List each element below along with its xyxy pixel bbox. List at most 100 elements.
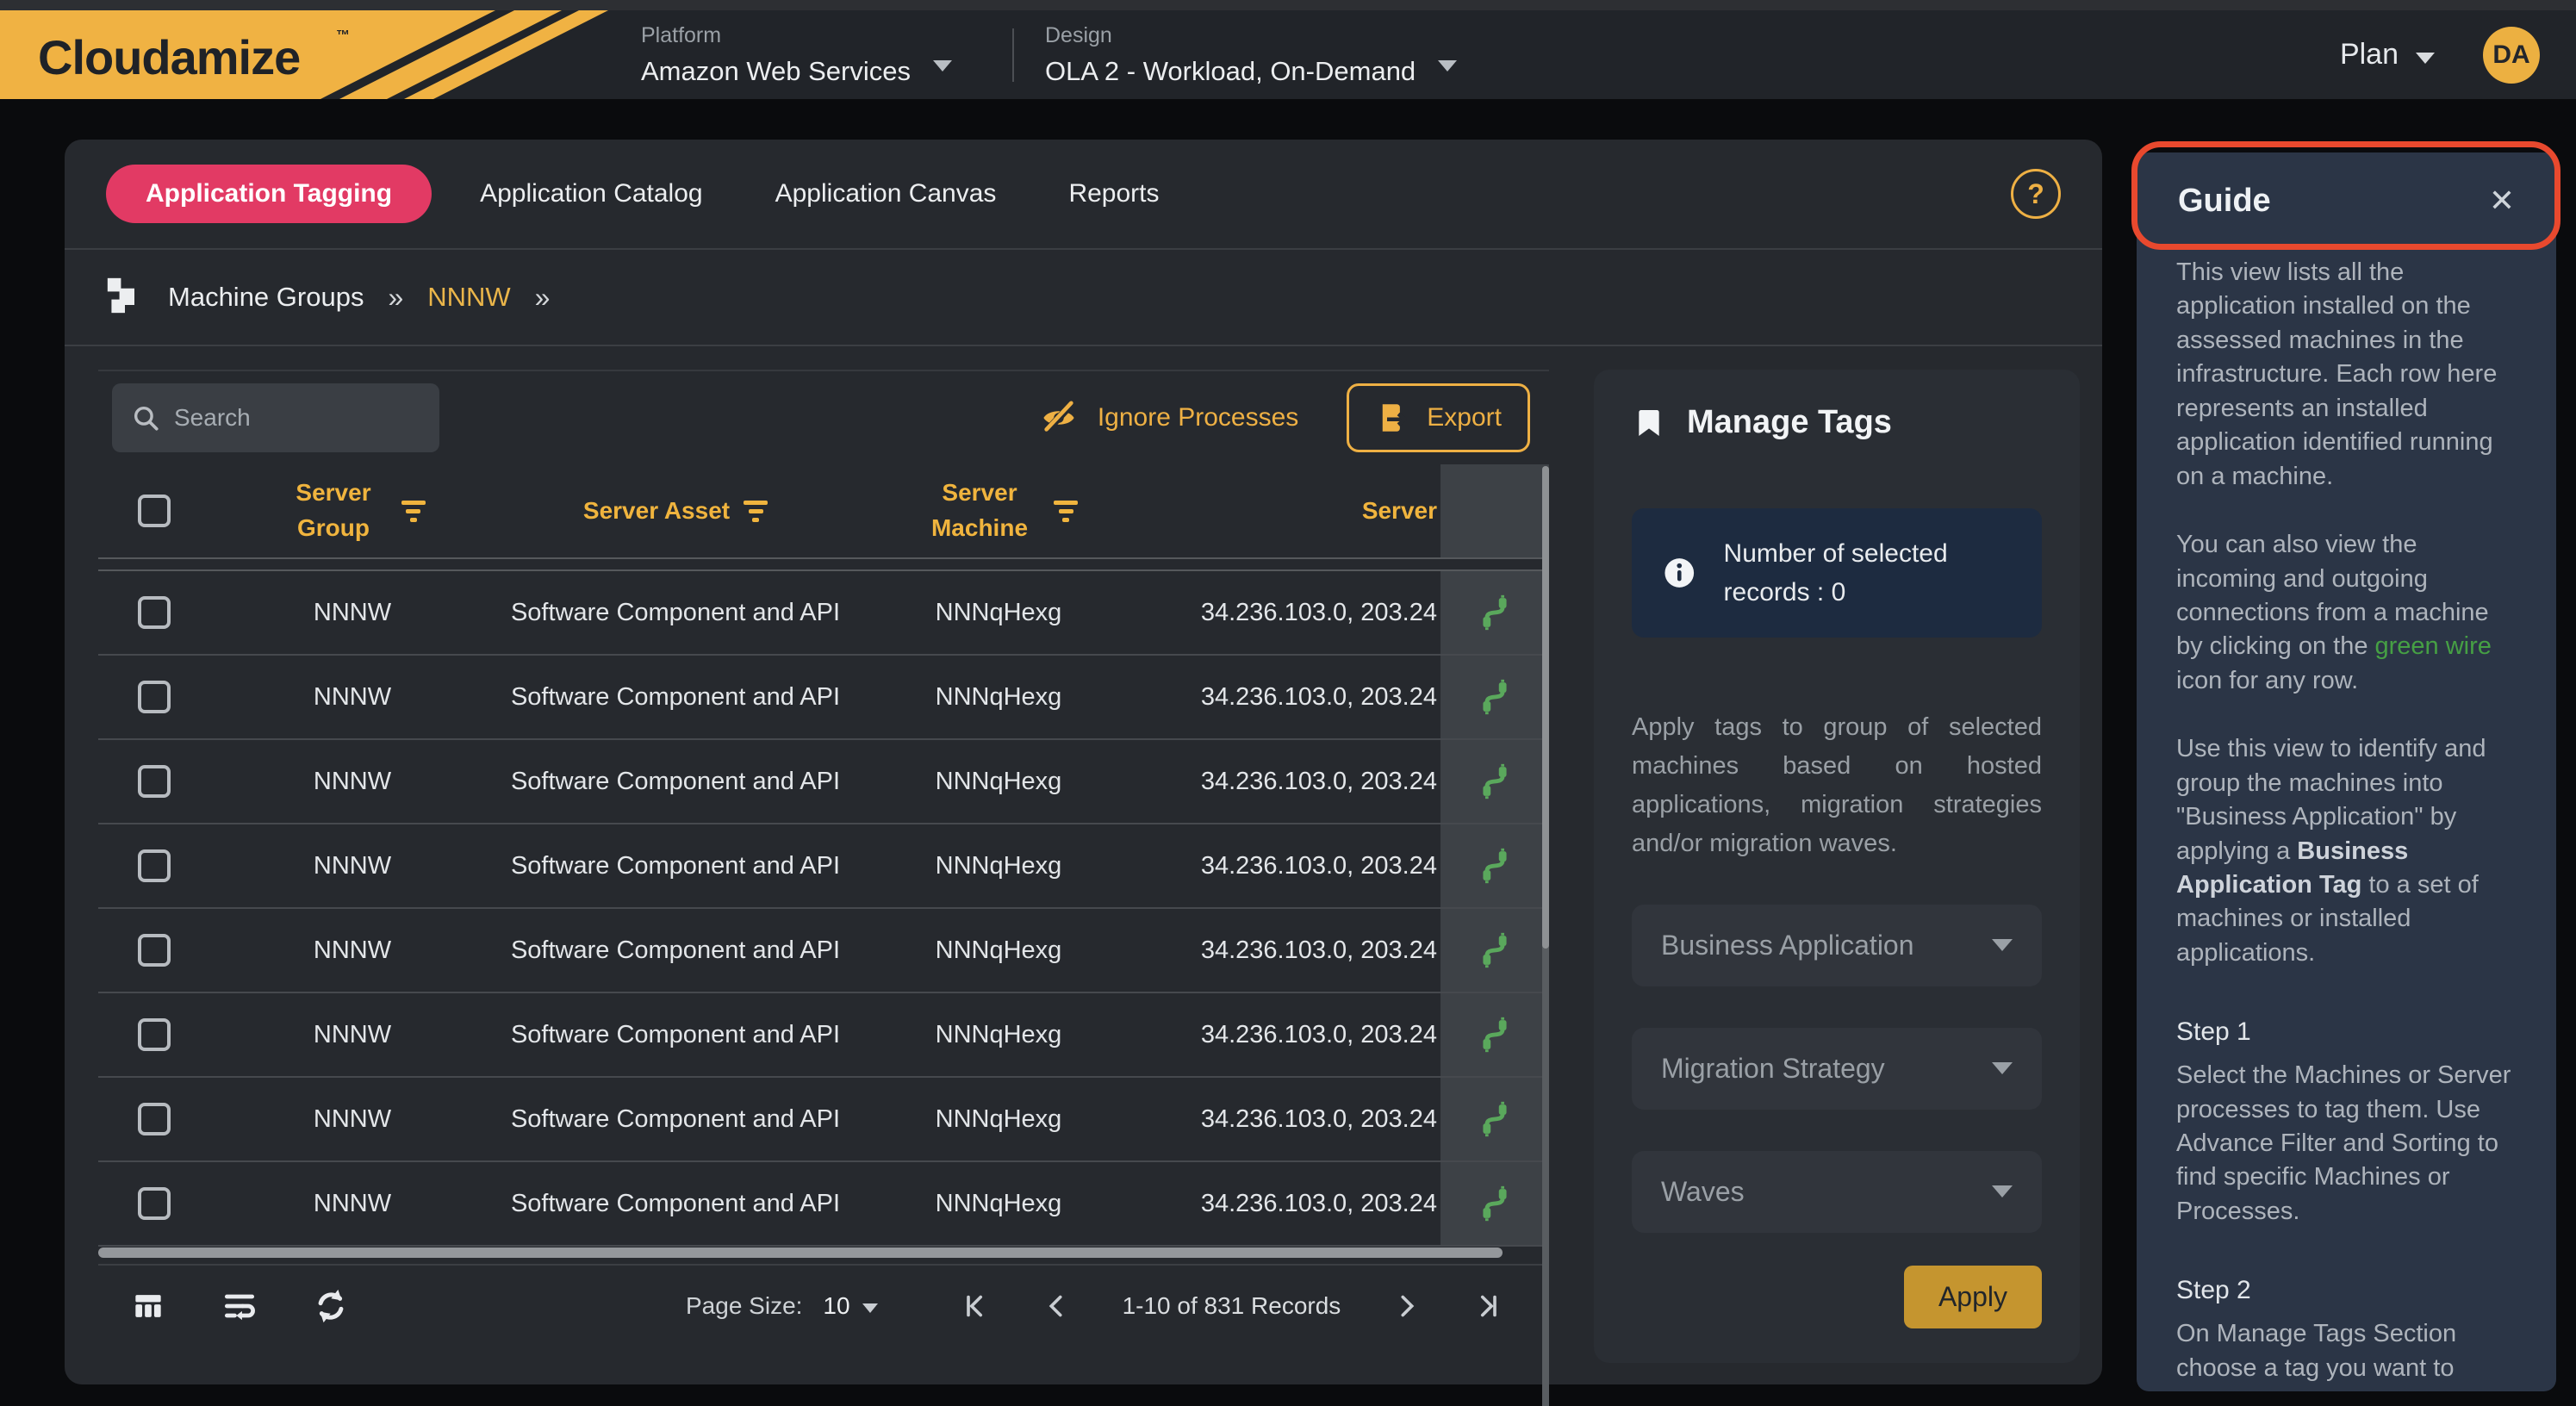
- last-page-button[interactable]: [1472, 1291, 1503, 1322]
- dropdown-placeholder: Business Application: [1661, 930, 1914, 961]
- business-application-dropdown[interactable]: Business Application: [1632, 905, 2042, 986]
- header-spacer: [98, 559, 1549, 571]
- user-avatar[interactable]: DA: [2483, 27, 2540, 84]
- wire-connections-icon[interactable]: [1476, 1185, 1514, 1222]
- table-header: Server Group Server Asset Server Machine: [98, 464, 1549, 559]
- plan-label: Plan: [2340, 38, 2399, 72]
- vertical-scrollbar-thumb[interactable]: [1542, 466, 1549, 949]
- table-row: NNNWSoftware Component and APINNNqHexg34…: [98, 740, 1549, 824]
- cell-server-machine: NNNqHexg: [856, 656, 1141, 738]
- search-input[interactable]: [174, 404, 407, 432]
- tabs-row: Application Tagging Application Catalog …: [65, 140, 2102, 250]
- wire-connections-icon[interactable]: [1476, 594, 1514, 631]
- select-all-checkbox[interactable]: [138, 495, 171, 527]
- breadcrumb: Machine Groups » NNNW »: [65, 250, 2102, 346]
- refresh-icon[interactable]: [312, 1287, 350, 1325]
- horizontal-scrollbar-thumb[interactable]: [98, 1247, 1503, 1258]
- help-icon[interactable]: ?: [2011, 169, 2061, 219]
- first-page-button[interactable]: [961, 1291, 992, 1322]
- breadcrumb-current-group[interactable]: NNNW: [427, 282, 510, 313]
- plan-menu[interactable]: Plan: [2340, 38, 2435, 72]
- row-checkbox[interactable]: [138, 849, 171, 882]
- waves-dropdown[interactable]: Waves: [1632, 1151, 2042, 1233]
- cell-server-group: NNNW: [210, 824, 495, 907]
- wire-connections-icon[interactable]: [1476, 847, 1514, 885]
- filter-icon[interactable]: [401, 501, 426, 522]
- ignore-processes-label: Ignore Processes: [1098, 403, 1298, 432]
- next-page-button[interactable]: [1391, 1291, 1422, 1322]
- page-size-select[interactable]: 10: [823, 1292, 877, 1320]
- cell-server-group: NNNW: [210, 1162, 495, 1245]
- dropdown-placeholder: Migration Strategy: [1661, 1053, 1885, 1085]
- chevron-down-icon: [1438, 60, 1457, 72]
- cell-server-group: NNNW: [210, 740, 495, 823]
- platform-selector[interactable]: Platform Amazon Web Services: [641, 23, 952, 87]
- design-value: OLA 2 - Workload, On-Demand: [1045, 56, 1416, 87]
- cell-server-machine: NNNqHexg: [856, 1078, 1141, 1160]
- manage-tags-description: Apply tags to group of selected machines…: [1632, 708, 2042, 863]
- topbar-right: Plan DA: [2340, 27, 2540, 84]
- columns-icon[interactable]: [129, 1287, 167, 1325]
- row-checkbox[interactable]: [138, 1018, 171, 1051]
- guide-paragraph: This view lists all the application inst…: [2176, 256, 2517, 494]
- tab-application-canvas[interactable]: Application Canvas: [739, 179, 1033, 208]
- wire-connections-icon[interactable]: [1476, 762, 1514, 800]
- wrap-text-icon[interactable]: [221, 1287, 258, 1325]
- design-selector[interactable]: Design OLA 2 - Workload, On-Demand: [1045, 23, 1457, 87]
- guide-paragraph: Select the Machines or Server processes …: [2176, 1059, 2517, 1229]
- wire-connections-icon[interactable]: [1476, 931, 1514, 969]
- table-footer: Page Size: 10: [98, 1264, 1549, 1346]
- guide-panel: Guide ✕ This view lists all the applicat…: [2137, 152, 2556, 1391]
- wire-connections-icon[interactable]: [1476, 1016, 1514, 1054]
- export-button[interactable]: Export: [1347, 383, 1530, 452]
- cell-server-group: NNNW: [210, 909, 495, 992]
- guide-paragraph: On Manage Tags Section choose a tag you …: [2176, 1317, 2517, 1391]
- row-checkbox[interactable]: [138, 596, 171, 629]
- cell-server-ips: 34.236.103.0, 203.24: [1141, 993, 1440, 1076]
- chevron-down-icon: [2416, 53, 2435, 64]
- processes-table: Ignore Processes Export: [98, 370, 1549, 1346]
- wire-connections-icon[interactable]: [1476, 678, 1514, 716]
- filter-icon[interactable]: [1054, 501, 1078, 522]
- row-checkbox[interactable]: [138, 681, 171, 713]
- table-row: NNNWSoftware Component and APINNNqHexg34…: [98, 909, 1549, 993]
- column-server-clipped: Server: [1362, 494, 1437, 529]
- cell-server-ips: 34.236.103.0, 203.24: [1141, 656, 1440, 738]
- tab-application-tagging[interactable]: Application Tagging: [106, 165, 432, 223]
- guide-step-heading: Step 2: [2176, 1273, 2517, 1309]
- cell-server-ips: 34.236.103.0, 203.24: [1141, 909, 1440, 992]
- manage-tags-title: Manage Tags: [1687, 404, 1892, 441]
- row-checkbox[interactable]: [138, 1187, 171, 1220]
- platform-value: Amazon Web Services: [641, 56, 911, 87]
- cell-server-asset: Software Component and API: [495, 656, 856, 738]
- tab-reports[interactable]: Reports: [1032, 179, 1195, 208]
- breadcrumb-machine-groups[interactable]: Machine Groups: [168, 282, 364, 313]
- migration-strategy-dropdown[interactable]: Migration Strategy: [1632, 1028, 2042, 1110]
- table-row: NNNWSoftware Component and APINNNqHexg34…: [98, 656, 1549, 740]
- row-checkbox[interactable]: [138, 1103, 171, 1135]
- close-icon[interactable]: ✕: [2489, 183, 2515, 219]
- row-checkbox[interactable]: [138, 765, 171, 798]
- cell-server-asset: Software Component and API: [495, 571, 856, 654]
- table-body: NNNWSoftware Component and APINNNqHexg34…: [98, 571, 1549, 1247]
- table-row: NNNWSoftware Component and APINNNqHexg34…: [98, 824, 1549, 909]
- cloudamize-logo: Cloudamize ™: [0, 10, 612, 99]
- wire-connections-icon[interactable]: [1476, 1100, 1514, 1138]
- info-icon: [1661, 551, 1698, 595]
- app-root: Cloudamize ™ Platform Amazon Web Service…: [0, 0, 2576, 1406]
- guide-step-heading: Step 1: [2176, 1015, 2517, 1050]
- cell-server-machine: NNNqHexg: [856, 571, 1141, 654]
- row-checkbox[interactable]: [138, 934, 171, 967]
- previous-page-button[interactable]: [1042, 1291, 1073, 1322]
- search-icon: [131, 403, 160, 432]
- export-icon: [1375, 400, 1411, 436]
- design-label: Design: [1045, 23, 1416, 48]
- cell-server-ips: 34.236.103.0, 203.24: [1141, 740, 1440, 823]
- ignore-processes-button[interactable]: Ignore Processes: [1039, 398, 1298, 438]
- tab-application-catalog[interactable]: Application Catalog: [444, 179, 739, 208]
- window-top-strip: [0, 0, 2576, 10]
- apply-button[interactable]: Apply: [1904, 1266, 2042, 1328]
- filter-icon[interactable]: [744, 501, 768, 522]
- page-size-label: Page Size:: [686, 1292, 802, 1320]
- export-label: Export: [1427, 403, 1502, 432]
